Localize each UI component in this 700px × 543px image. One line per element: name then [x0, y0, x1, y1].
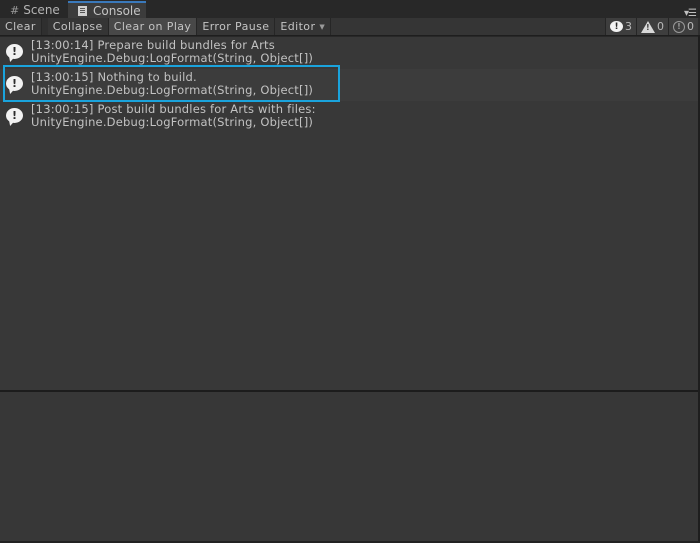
- console-toolbar: Clear Collapse Clear on Play Error Pause…: [0, 18, 700, 36]
- info-filter-toggle[interactable]: ! 3: [605, 18, 636, 35]
- error-count: 0: [687, 20, 694, 33]
- error-filter-toggle[interactable]: ! 0: [668, 18, 698, 35]
- info-count: 3: [625, 20, 632, 33]
- tab-scene[interactable]: # Scene: [6, 2, 64, 18]
- editor-dropdown-label: Editor: [280, 20, 316, 33]
- clear-button[interactable]: Clear: [0, 18, 42, 35]
- error-pause-button[interactable]: Error Pause: [197, 18, 276, 35]
- tab-scene-label: Scene: [23, 3, 60, 17]
- log-stack: UnityEngine.Debug:LogFormat(String, Obje…: [31, 83, 314, 97]
- tab-bar: # Scene Console ▾☰: [0, 0, 700, 19]
- info-icon: !: [6, 108, 23, 123]
- chevron-down-icon: ▼: [319, 22, 326, 31]
- grid-icon: #: [10, 3, 20, 17]
- editor-dropdown[interactable]: Editor ▼: [275, 18, 332, 35]
- info-icon: !: [610, 21, 623, 32]
- log-detail-panel[interactable]: [0, 392, 698, 541]
- warning-icon: !: [641, 20, 655, 33]
- log-list[interactable]: ! [13:00:14] Prepare build bundles for A…: [0, 37, 698, 390]
- info-icon: !: [6, 44, 23, 59]
- log-stack: UnityEngine.Debug:LogFormat(String, Obje…: [31, 115, 314, 129]
- tab-console-label: Console: [93, 3, 141, 18]
- log-entry[interactable]: ! [13:00:15] Nothing to build. UnityEngi…: [0, 69, 698, 101]
- console-icon: [78, 5, 87, 16]
- tab-console[interactable]: Console: [68, 1, 146, 18]
- log-entry[interactable]: ! [13:00:14] Prepare build bundles for A…: [0, 37, 698, 69]
- info-icon: !: [6, 76, 23, 91]
- toolbar-spacer: [331, 18, 605, 35]
- log-stack: UnityEngine.Debug:LogFormat(String, Obje…: [31, 51, 314, 65]
- log-entry[interactable]: ! [13:00:15] Post build bundles for Arts…: [0, 101, 698, 133]
- clear-on-play-button[interactable]: Clear on Play: [108, 18, 198, 35]
- warning-filter-toggle[interactable]: ! 0: [636, 18, 668, 35]
- error-icon: !: [673, 20, 685, 33]
- collapse-button[interactable]: Collapse: [47, 18, 109, 35]
- warning-count: 0: [657, 20, 664, 33]
